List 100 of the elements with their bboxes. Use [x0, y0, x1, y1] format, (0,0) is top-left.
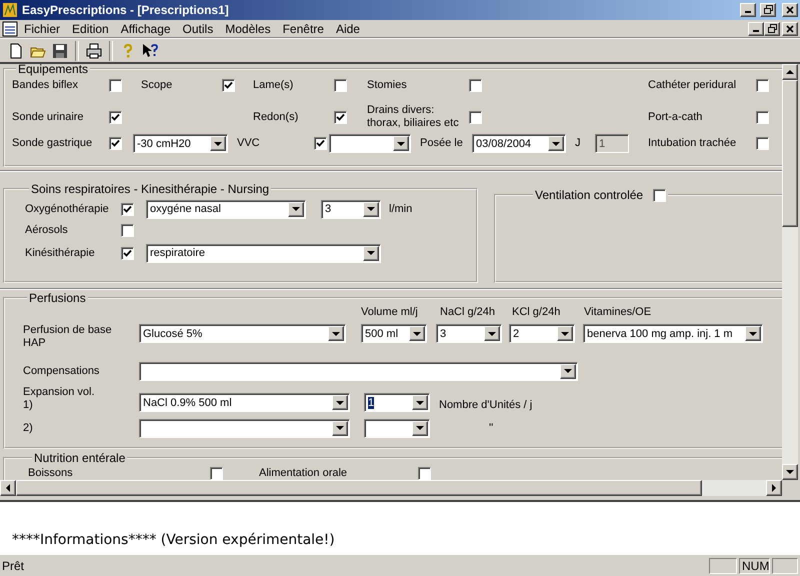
field-label: Posée le [420, 137, 463, 150]
dropdown-button[interactable] [363, 202, 379, 217]
menu-item[interactable]: Outils [176, 22, 220, 36]
checkbox[interactable] [756, 78, 769, 92]
group-title: Soins respiratoires - Kinesithérapie - Nursing [30, 182, 270, 196]
dropdown-field[interactable] [329, 134, 411, 154]
down-arrow-icon [786, 469, 794, 476]
field-label: l/min [389, 202, 412, 216]
checkbox[interactable] [121, 224, 134, 237]
scroll-up-button[interactable] [782, 64, 798, 80]
menu-item[interactable]: Fenêtre [276, 22, 330, 36]
dropdown-button[interactable] [328, 326, 344, 342]
checkbox[interactable] [222, 78, 235, 92]
checkbox[interactable] [121, 202, 134, 216]
dropdown-field[interactable]: respiratoire [146, 244, 381, 263]
dropdown-button[interactable] [745, 326, 761, 342]
restore-icon [768, 24, 776, 34]
minimize-button[interactable] [748, 22, 764, 36]
checkbox[interactable] [109, 110, 122, 124]
dropdown-button[interactable] [393, 136, 409, 152]
right-arrow-icon [771, 484, 777, 492]
field-label: 2) [23, 422, 33, 435]
field-label: Nombre d'Unités / j [439, 399, 532, 412]
vertical-scrollbar[interactable] [782, 64, 798, 480]
info-text: ****Informations**** (Version expérimentale!) [12, 532, 335, 548]
scroll-right-button[interactable] [766, 480, 782, 496]
dropdown-field[interactable]: 03/08/2004 [472, 134, 566, 154]
dropdown-field[interactable]: NaCl 0.9% 500 ml [139, 393, 350, 412]
checkbox[interactable] [756, 110, 769, 124]
caret-icon [416, 426, 424, 430]
menu-item[interactable]: Affichage [114, 22, 177, 36]
status-panel [772, 558, 798, 574]
dropdown-field[interactable]: 500 ml [361, 324, 427, 344]
checkbox-label: Stomies [367, 78, 408, 92]
dropdown-button[interactable] [363, 246, 379, 261]
menu-item[interactable]: Edition [66, 22, 115, 36]
checkbox[interactable] [121, 246, 134, 260]
close-button[interactable] [782, 2, 798, 17]
scroll-left-button[interactable] [0, 480, 16, 496]
scrollbar-thumb[interactable] [782, 80, 798, 228]
close-button[interactable] [782, 22, 798, 36]
dropdown-button[interactable] [412, 395, 428, 410]
caret-icon [292, 207, 300, 212]
checkbox-label: Drains divers: thorax, biliaires etc [367, 104, 460, 130]
checkbox[interactable] [109, 78, 122, 92]
print-button[interactable] [84, 40, 104, 61]
checkbox[interactable] [418, 466, 431, 480]
close-icon [786, 6, 794, 14]
restore-button[interactable] [760, 2, 776, 17]
checkbox-label: Intubation trachée [648, 137, 738, 150]
checkbox[interactable] [210, 466, 223, 480]
checkbox[interactable] [469, 110, 482, 124]
dropdown-button[interactable] [412, 420, 428, 436]
dropdown-field[interactable]: 2 [509, 324, 575, 344]
checkbox-label: Lame(s) [253, 78, 294, 92]
dropdown-field[interactable]: oxygéne nasal [146, 200, 306, 219]
scroll-down-button[interactable] [782, 464, 798, 480]
caret-icon [488, 332, 496, 336]
checkbox[interactable] [109, 137, 122, 150]
checkbox[interactable] [469, 78, 482, 92]
minimize-button[interactable] [740, 2, 756, 17]
dropdown-field[interactable] [139, 362, 578, 381]
restore-button[interactable] [764, 22, 780, 36]
caret-icon [552, 142, 560, 146]
checkbox-label: Oxygénothérapie [25, 202, 110, 216]
checkbox[interactable] [334, 110, 347, 124]
dropdown-button[interactable] [409, 326, 425, 342]
dropdown-field[interactable] [364, 418, 430, 438]
column-header: NaCl g/24h [440, 306, 496, 319]
checkbox[interactable] [334, 78, 347, 92]
caret-icon [564, 369, 572, 374]
field-label: Compensations [23, 364, 100, 378]
dropdown-button[interactable] [210, 136, 226, 152]
dropdown-field[interactable]: 3 [321, 200, 381, 219]
dropdown-button[interactable] [288, 202, 304, 217]
menu-item[interactable]: Aide [330, 22, 366, 36]
checkbox-label: Kinésithérapie [25, 246, 96, 260]
field-label: Expansion vol. 1) [23, 386, 95, 412]
dropdown-button[interactable] [484, 326, 500, 342]
checkbox-label: Sonde urinaire [12, 110, 85, 124]
dropdown-field[interactable] [139, 418, 350, 438]
checkbox[interactable] [314, 137, 327, 150]
dropdown-field[interactable]: -30 cmH20 [133, 134, 228, 154]
dropdown-field[interactable]: benerva 100 mg amp. inj. 1 m [583, 324, 763, 344]
dropdown-button[interactable] [560, 364, 576, 379]
dropdown-button[interactable] [332, 420, 348, 436]
dropdown-button[interactable] [557, 326, 573, 342]
dropdown-field[interactable]: 3 [436, 324, 502, 344]
menu-item[interactable]: Modèles [219, 22, 277, 36]
caret-icon [367, 207, 375, 212]
dropdown-button[interactable] [548, 136, 564, 152]
checkbox-label: VVC [237, 137, 261, 150]
checkbox-label: Port-a-cath [648, 110, 704, 124]
checkbox[interactable] [653, 188, 666, 202]
dropdown-field[interactable]: Glucosé 5% [139, 324, 346, 344]
caret-icon [336, 426, 344, 430]
checkbox[interactable] [756, 137, 769, 150]
dropdown-field[interactable]: 1 [364, 393, 430, 412]
dropdown-button[interactable] [332, 395, 348, 410]
menu-item[interactable]: Fichier [18, 22, 66, 36]
